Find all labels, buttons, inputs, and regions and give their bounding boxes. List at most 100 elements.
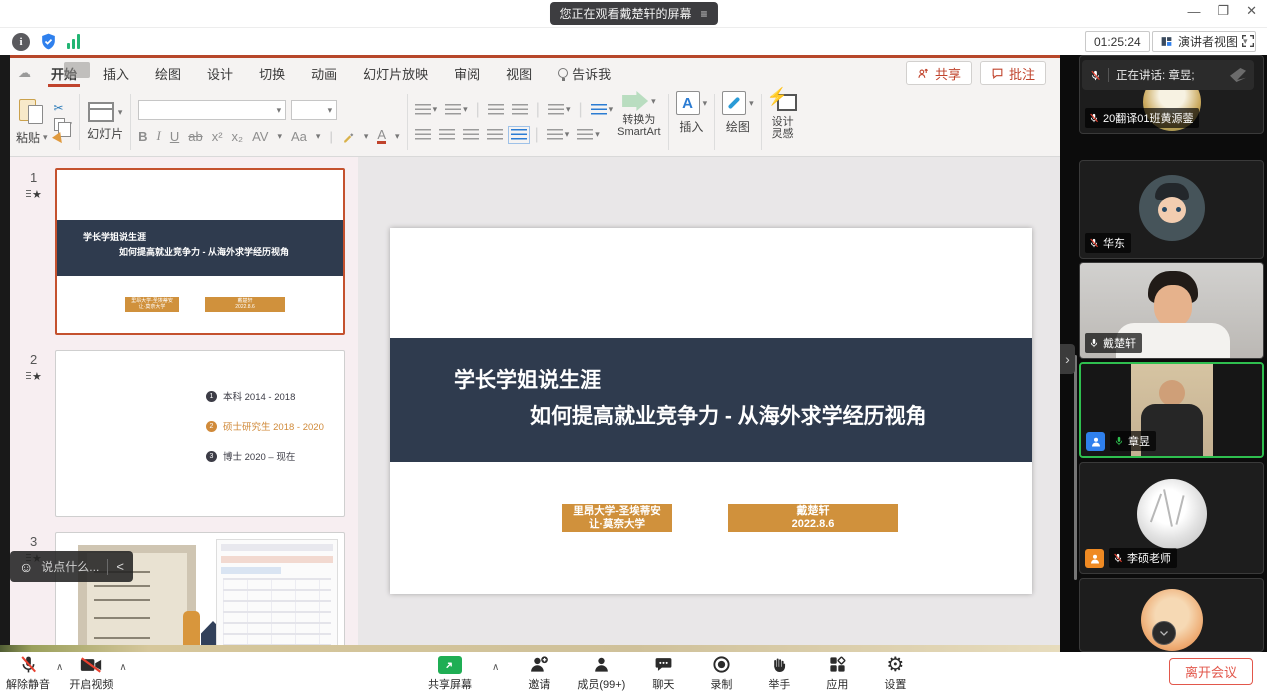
align-right-button[interactable] bbox=[463, 129, 479, 141]
chat-icon bbox=[654, 655, 673, 674]
settings-button[interactable]: ⚙ 设置 bbox=[875, 656, 915, 692]
justify-button[interactable] bbox=[487, 129, 503, 141]
scroll-more-participants-button[interactable] bbox=[1152, 621, 1176, 645]
slide-editor-area: 学长学姐说生涯 如何提高就业竞争力 - 从海外求学经历视角 里昂大学-圣埃蒂安让… bbox=[358, 157, 1060, 645]
participant-tile-speaking[interactable]: 章昱 bbox=[1079, 362, 1264, 458]
font-format-buttons: B I U ab x² x₂ AV ▾ Aa ▾ | ▾ A ▾ bbox=[138, 128, 399, 144]
ppt-comment-button[interactable]: 批注 bbox=[980, 61, 1046, 85]
invite-button[interactable]: 邀请 bbox=[519, 655, 559, 692]
restore-button[interactable]: ❐ bbox=[1217, 3, 1229, 19]
participant-tile[interactable]: 李硕老师 bbox=[1079, 462, 1264, 574]
decrease-indent-button[interactable] bbox=[488, 104, 504, 116]
start-video-button[interactable]: 开启视频 bbox=[69, 656, 113, 692]
unmute-button[interactable]: 解除静音 bbox=[6, 655, 50, 692]
line-spacing-button[interactable]: ▾ bbox=[548, 104, 571, 116]
highlight-pen-icon[interactable] bbox=[342, 130, 355, 143]
leave-meeting-button[interactable]: 离开会议 bbox=[1169, 658, 1253, 685]
bold-button[interactable]: B bbox=[138, 129, 147, 144]
paste-button[interactable]: 粘贴▾ bbox=[16, 99, 48, 146]
bullets-button[interactable]: ▾ bbox=[415, 104, 438, 116]
tab-animations[interactable]: 动画 bbox=[298, 58, 350, 88]
strikethrough-button[interactable]: ab bbox=[188, 129, 202, 144]
subscript-button[interactable]: x₂ bbox=[232, 129, 244, 144]
window-controls: — ❐ ✕ bbox=[1187, 3, 1257, 19]
slide-thumbnail-2[interactable]: 1本科 2014 - 2018 2硕士研究生 2018 - 2020 3博士 2… bbox=[55, 350, 345, 517]
distribute-button[interactable] bbox=[511, 129, 527, 141]
record-button[interactable]: 录制 bbox=[701, 655, 741, 692]
thumb1-box2: 戴楚轩2022.8.6 bbox=[205, 297, 285, 312]
tab-transitions[interactable]: 切换 bbox=[246, 58, 298, 88]
close-button[interactable]: ✕ bbox=[1246, 3, 1257, 19]
kerning-button[interactable]: AV bbox=[252, 129, 268, 144]
insert-textbox-button[interactable]: A▾ 插入 bbox=[676, 91, 708, 153]
align-center-button[interactable] bbox=[439, 129, 455, 141]
video-options-chevron[interactable]: ∧ bbox=[119, 662, 126, 673]
align-text-button[interactable]: ▾ bbox=[577, 129, 600, 141]
tab-slideshow[interactable]: 幻灯片放映 bbox=[350, 58, 441, 88]
ppt-share-button[interactable]: 共享 bbox=[906, 61, 972, 85]
share-options-chevron[interactable]: ∧ bbox=[492, 662, 499, 673]
tab-view[interactable]: 视图 bbox=[493, 58, 545, 88]
font-name-combo[interactable]: ▾ bbox=[138, 100, 286, 120]
tab-insert[interactable]: 插入 bbox=[90, 58, 142, 88]
cohost-badge bbox=[1085, 549, 1104, 568]
align-left-button[interactable] bbox=[415, 129, 431, 141]
columns-button[interactable]: ▾ bbox=[591, 104, 614, 116]
raise-hand-button[interactable]: 举手 bbox=[759, 655, 799, 692]
font-size-combo[interactable]: ▾ bbox=[291, 100, 337, 120]
meeting-control-bar: 解除静音 ∧ 开启视频 ∧ 共享屏幕 ∧ 邀请 成员(99+) 聊天 bbox=[0, 652, 1267, 690]
tab-draw[interactable]: 绘图 bbox=[142, 58, 194, 88]
sidebar-scrollbar[interactable] bbox=[1074, 355, 1077, 580]
chat-placeholder[interactable]: 说点什么... bbox=[41, 558, 99, 575]
mic-speaking-icon bbox=[1114, 436, 1124, 446]
change-case-button[interactable]: Aa bbox=[291, 129, 307, 144]
meeting-action-buttons: 共享屏幕 ∧ 邀请 成员(99+) 聊天 录制 举手 应用 ⚙ 设置 bbox=[428, 655, 915, 692]
invite-icon bbox=[529, 655, 549, 674]
cut-icon[interactable]: ✂ bbox=[54, 101, 64, 115]
smartart-button[interactable]: ▾ 转换为SmartArt bbox=[617, 91, 660, 153]
host-badge bbox=[1086, 432, 1105, 451]
meeting-statusbar: i 01:25:24 演讲者视图 ▾ bbox=[0, 28, 1267, 55]
members-button[interactable]: 成员(99+) bbox=[577, 655, 625, 692]
tab-design[interactable]: 设计 bbox=[194, 58, 246, 88]
slide-thumbnail-3[interactable] bbox=[55, 532, 345, 645]
current-slide[interactable]: 学长学姐说生涯 如何提高就业竞争力 - 从海外求学经历视角 里昂大学-圣埃蒂安让… bbox=[390, 228, 1032, 594]
apps-button[interactable]: 应用 bbox=[817, 655, 857, 692]
text-direction-button[interactable]: ▾ bbox=[547, 129, 570, 141]
tab-home[interactable]: 开始 bbox=[38, 58, 90, 88]
underline-button[interactable]: U bbox=[170, 129, 179, 144]
increase-indent-button[interactable] bbox=[512, 104, 528, 116]
tab-tellme[interactable]: 告诉我 bbox=[545, 58, 624, 88]
tab-review[interactable]: 审阅 bbox=[441, 58, 493, 88]
members-icon bbox=[592, 655, 611, 674]
design-ideas-button[interactable]: ⚡ 设计灵感 bbox=[769, 91, 797, 153]
share-screen-button[interactable]: 共享屏幕 bbox=[428, 656, 472, 692]
participant-name-chip: 李硕老师 bbox=[1109, 548, 1177, 568]
draw-button[interactable]: ▾ 绘图 bbox=[722, 91, 754, 153]
minimize-button[interactable]: — bbox=[1187, 4, 1200, 19]
smartart-icon bbox=[622, 91, 648, 111]
superscript-button[interactable]: x² bbox=[212, 129, 223, 144]
participants-sidebar: 正在讲话: 章昱; 20翻译01班黄源蓥 华东 戴楚轩 bbox=[1060, 55, 1267, 652]
participant-tile[interactable]: 华东 bbox=[1079, 160, 1264, 259]
emoji-icon[interactable]: ☺ bbox=[19, 559, 33, 575]
participant-tile[interactable]: 戴楚轩 bbox=[1079, 262, 1264, 359]
participant-name-chip: 戴楚轩 bbox=[1085, 333, 1142, 353]
new-slide-button[interactable]: ▾ 幻灯片 bbox=[87, 102, 123, 142]
mic-options-chevron[interactable]: ∧ bbox=[56, 662, 63, 673]
fullscreen-button[interactable] bbox=[1240, 33, 1258, 51]
sidebar-collapse-handle[interactable]: › bbox=[1060, 344, 1075, 374]
chat-quick-input[interactable]: ☺ 说点什么... < bbox=[10, 551, 133, 582]
meeting-info-icon[interactable]: i bbox=[12, 33, 30, 51]
font-color-button[interactable]: A bbox=[377, 129, 386, 144]
lightbulb-icon bbox=[558, 68, 568, 78]
share-screen-icon bbox=[438, 656, 462, 674]
copy-button[interactable]: ▾ bbox=[54, 118, 73, 131]
collapse-chat-icon[interactable]: < bbox=[116, 559, 124, 574]
chat-button[interactable]: 聊天 bbox=[643, 655, 683, 692]
numbering-button[interactable]: ▾ bbox=[445, 104, 468, 116]
slide-thumbnail-1[interactable]: 学长学姐说生涯 如何提高就业竞争力 - 从海外求学经历视角 里昂大学-圣埃蒂安让… bbox=[55, 168, 345, 335]
italic-button[interactable]: I bbox=[156, 128, 160, 144]
security-shield-icon[interactable] bbox=[39, 32, 58, 51]
banner-menu-icon[interactable]: ≡ bbox=[701, 7, 708, 21]
